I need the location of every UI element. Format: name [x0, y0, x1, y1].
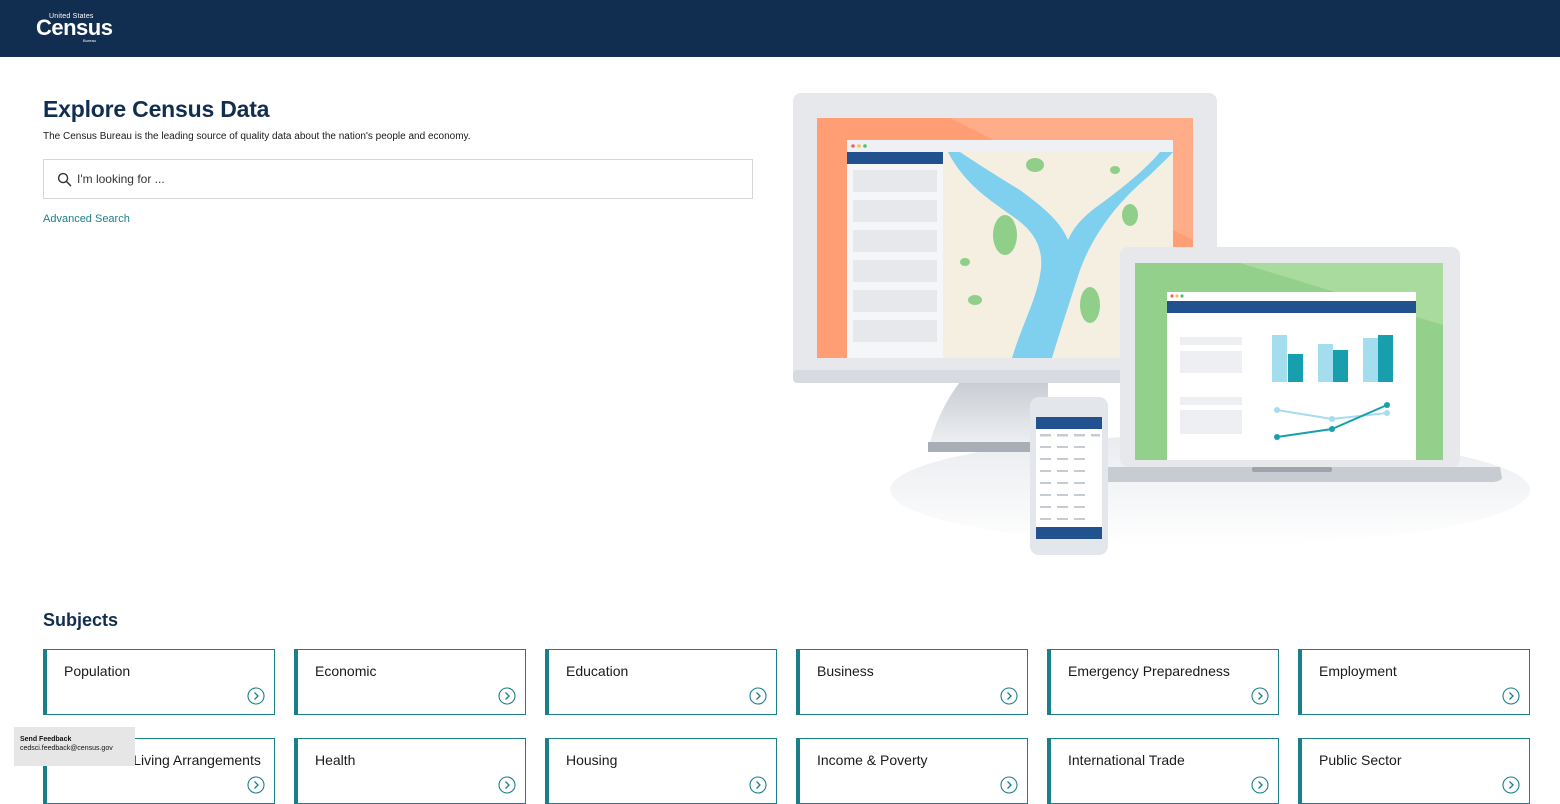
subject-card[interactable]: Economic — [294, 649, 526, 715]
chevron-right-circle-icon[interactable] — [498, 687, 516, 705]
search-icon — [57, 172, 72, 187]
chevron-right-circle-icon[interactable] — [1000, 687, 1018, 705]
feedback-title: Send Feedback — [20, 736, 72, 743]
subject-card[interactable]: International Trade — [1047, 738, 1279, 804]
search-input[interactable] — [74, 169, 740, 189]
chevron-right-circle-icon[interactable] — [749, 776, 767, 794]
logo-bottom-text: Bureau — [83, 38, 96, 43]
page-subtitle: The Census Bureau is the leading source … — [43, 131, 471, 142]
subject-card-label: Business — [817, 663, 874, 679]
subject-card[interactable]: Income & Poverty — [796, 738, 1028, 804]
chevron-right-circle-icon[interactable] — [247, 776, 265, 794]
subject-card[interactable]: Education — [545, 649, 777, 715]
subject-card[interactable]: Housing — [545, 738, 777, 804]
feedback-email[interactable]: cedsci.feedback@census.gov — [20, 745, 135, 752]
chevron-right-circle-icon[interactable] — [749, 687, 767, 705]
chevron-right-circle-icon[interactable] — [1502, 776, 1520, 794]
logo-main-text: Census — [36, 15, 113, 40]
subject-card[interactable]: Employment — [1298, 649, 1530, 715]
subject-card[interactable]: Business — [796, 649, 1028, 715]
subject-card-label: Population — [64, 663, 131, 679]
advanced-search-link[interactable]: Advanced Search — [43, 213, 130, 225]
subject-card[interactable]: Health — [294, 738, 526, 804]
subjects-heading: Subjects — [43, 610, 119, 630]
chevron-right-circle-icon[interactable] — [1251, 776, 1269, 794]
subject-card[interactable]: Emergency Preparedness — [1047, 649, 1279, 715]
subject-card-label: Economic — [315, 663, 377, 679]
subject-card-label: Education — [566, 663, 629, 679]
subject-card-label: Employment — [1319, 663, 1397, 679]
chevron-right-circle-icon[interactable] — [498, 776, 516, 794]
chevron-right-circle-icon[interactable] — [247, 687, 265, 705]
chevron-right-circle-icon[interactable] — [1000, 776, 1018, 794]
search-box[interactable] — [43, 159, 753, 199]
top-navigation-bar: United States Census Bureau — [0, 0, 1560, 57]
chevron-right-circle-icon[interactable] — [1251, 687, 1269, 705]
census-logo[interactable]: United States Census Bureau — [36, 13, 116, 47]
devices-illustration — [793, 93, 1530, 555]
subject-card[interactable]: Public Sector — [1298, 738, 1530, 804]
send-feedback-widget[interactable]: Send Feedback cedsci.feedback@census.gov — [14, 727, 135, 766]
chevron-right-circle-icon[interactable] — [1502, 687, 1520, 705]
subject-card-label: Emergency Preparedness — [1068, 663, 1230, 679]
page-title: Explore Census Data — [43, 96, 270, 122]
subject-card[interactable]: Population — [43, 649, 275, 715]
